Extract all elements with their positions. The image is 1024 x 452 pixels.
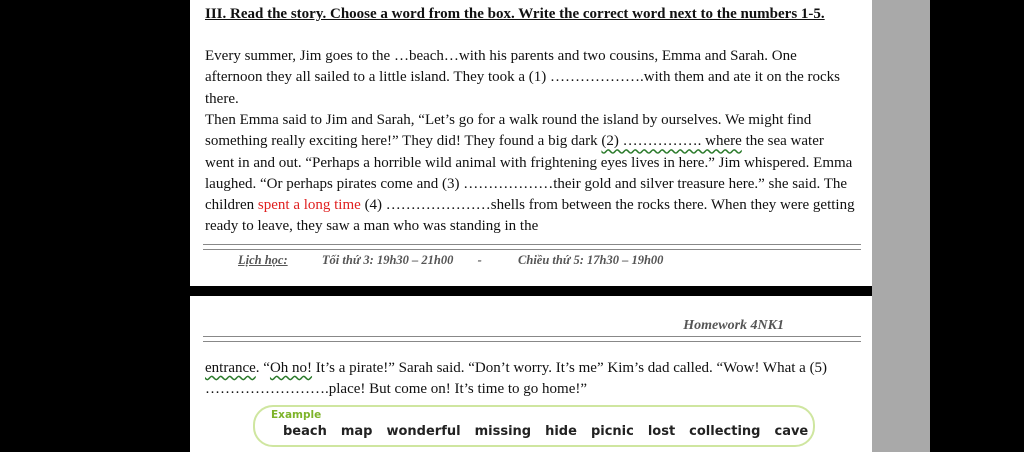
word-box-words: beach map wonderful missing hide picnic lost co… — [283, 424, 822, 439]
schedule-slot-1: Tối thứ 3: 19h30 – 21h00 — [321, 253, 454, 267]
word-wonderful: wonderful — [386, 424, 461, 439]
story-text: . “ — [255, 360, 270, 376]
word-map: map — [340, 424, 373, 439]
story-paragraph-2: Then Emma said to Jim and Sarah, “Let’s … — [205, 110, 855, 238]
exercise-heading: III. Read the story. Choose a word from … — [205, 6, 825, 22]
word-collecting: collecting — [689, 424, 761, 439]
schedule-footer: Lịch học: Tối thứ 3: 19h30 – 21h00 - Chi… — [238, 253, 838, 268]
word-lost: lost — [647, 424, 676, 439]
word-cave: cave — [774, 424, 809, 439]
schedule-separator: - — [477, 253, 482, 267]
word-picnic: picnic — [590, 424, 634, 439]
highlighted-phrase: spent a long time — [257, 197, 361, 214]
document-page-1: III. Read the story. Choose a word from … — [190, 0, 872, 286]
story-paragraph-3: entrance. “Oh no! It’s a pirate!” Sarah … — [205, 358, 855, 401]
blank-2: (2) ……………. where — [601, 133, 742, 150]
word-missing: missing — [474, 424, 532, 439]
word-beach: beach — [283, 424, 327, 439]
homework-header: Homework 4NK1 — [683, 318, 784, 333]
story-text: Oh no! — [269, 360, 313, 376]
window-side-strip — [872, 0, 930, 452]
word-hide: hide — [545, 424, 577, 439]
story-text: entrance — [205, 360, 256, 376]
schedule-slot-2: Chiều thứ 5: 17h30 – 19h00 — [518, 253, 664, 267]
word-box: Example beach map wonderful missing hide picn… — [253, 405, 815, 447]
story-paragraph-1: Every summer, Jim goes to the …beach…wit… — [205, 48, 840, 107]
word-box-label: Example — [271, 409, 322, 421]
header-divider — [203, 336, 861, 342]
document-page-2: Homework 4NK1 entrance. “Oh no! It’s a p… — [190, 296, 872, 452]
footer-divider — [203, 244, 861, 250]
schedule-label: Lịch học: — [238, 253, 288, 267]
